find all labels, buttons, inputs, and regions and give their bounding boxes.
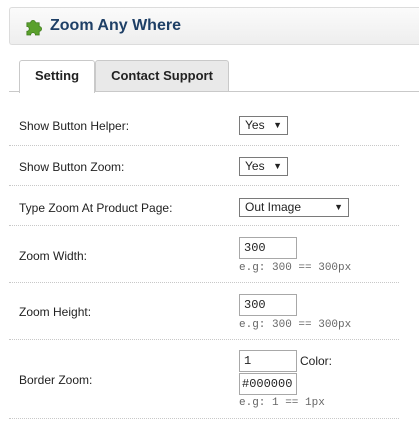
row-border-zoom: Border Zoom: 1 Color: #000000 e.g: 1 == … [9,340,399,419]
tab-setting[interactable]: Setting [19,60,95,93]
show-button-helper-select[interactable]: Yes ▼ [239,116,288,135]
chevron-down-icon: ▼ [334,202,343,212]
chevron-down-icon: ▼ [273,161,282,171]
border-size-input[interactable]: 1 [239,350,297,372]
zoom-height-label: Zoom Height: [19,305,92,319]
border-zoom-label: Border Zoom: [19,373,93,387]
row-zoom-width: Zoom Width: 300 e.g: 300 == 300px [9,226,399,283]
show-button-helper-value: Yes [245,118,265,132]
border-zoom-hint: e.g: 1 == 1px [239,397,325,409]
zoom-width-label: Zoom Width: [19,249,88,263]
type-zoom-value: Out Image [245,200,302,214]
row-type-zoom: Type Zoom At Product Page: Out Image ▼ [9,186,399,226]
type-zoom-select[interactable]: Out Image ▼ [239,198,349,217]
tab-contact-support[interactable]: Contact Support [95,60,229,92]
zoom-height-input[interactable]: 300 [239,294,297,316]
border-color-label: Color: [300,354,333,368]
chevron-down-icon: ▼ [273,120,282,130]
page-title: Zoom Any Where [50,17,181,34]
puzzle-piece-icon [26,19,42,36]
zoom-height-hint: e.g: 300 == 300px [239,319,352,331]
type-zoom-label: Type Zoom At Product Page: [19,201,173,215]
zoom-width-input[interactable]: 300 [239,237,297,259]
row-zoom-height: Zoom Height: 300 e.g: 300 == 300px [9,283,399,340]
row-show-button-zoom: Show Button Zoom: Yes ▼ [9,146,399,186]
show-button-zoom-select[interactable]: Yes ▼ [239,157,288,176]
show-button-helper-label: Show Button Helper: [19,119,130,133]
row-show-button-helper: Show Button Helper: Yes ▼ [9,92,399,146]
zoom-width-hint: e.g: 300 == 300px [239,262,352,274]
show-button-zoom-value: Yes [245,159,265,173]
show-button-zoom-label: Show Button Zoom: [19,160,125,174]
border-color-input[interactable]: #000000 [239,373,297,395]
module-header: Zoom Any Where [9,7,419,45]
